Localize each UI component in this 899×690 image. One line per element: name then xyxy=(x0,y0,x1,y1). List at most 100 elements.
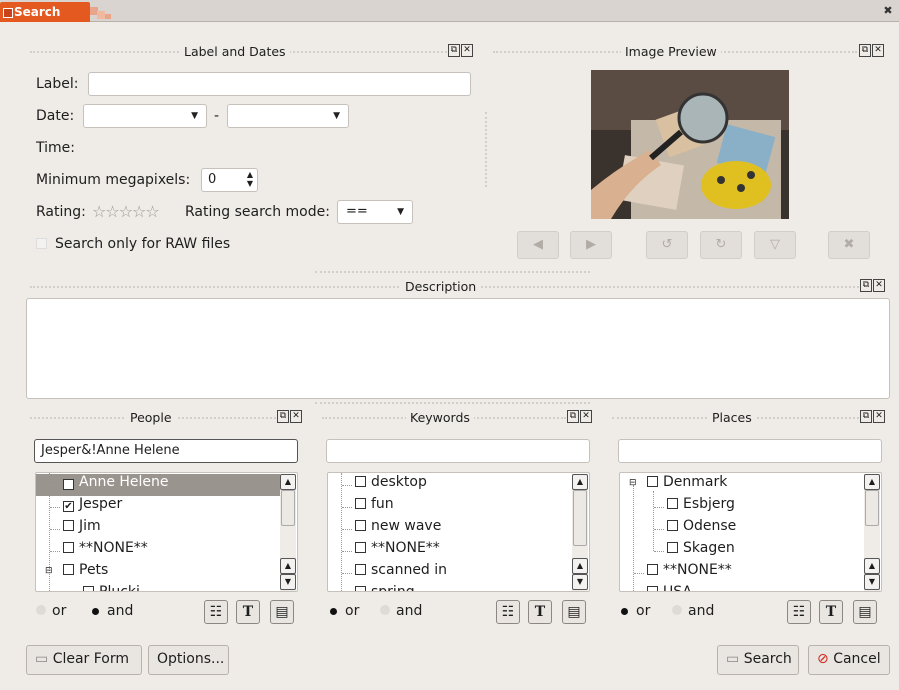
checkbox-checked-icon[interactable]: ✔ xyxy=(63,501,74,512)
people-scrollbar[interactable]: ▲ ▲ ▼ xyxy=(280,474,296,591)
vertical-splitter[interactable] xyxy=(485,112,487,187)
float-icon[interactable]: ⧉ xyxy=(859,44,871,57)
checkbox-icon[interactable] xyxy=(667,520,678,531)
scroll-up-icon[interactable]: ▲ xyxy=(864,558,880,574)
clear-form-button[interactable]: ▭ Clear Form xyxy=(26,645,142,675)
checkbox-icon[interactable] xyxy=(355,586,366,591)
next-image-button[interactable]: ▶ xyxy=(570,231,612,259)
checkbox-icon[interactable] xyxy=(63,564,74,575)
people-search-input[interactable]: Jesper&!Anne Helene xyxy=(34,439,298,463)
note-view-icon[interactable]: ▤ xyxy=(562,600,586,624)
rating-mode-combo[interactable]: == ▼ xyxy=(337,200,413,224)
scroll-down-icon[interactable]: ▼ xyxy=(864,574,880,590)
keyword-label: spring xyxy=(371,584,415,592)
people-item-anne-helene[interactable]: ✔ Anne Helene xyxy=(36,474,280,496)
label-input[interactable] xyxy=(88,72,471,96)
places-and-radio[interactable]: and xyxy=(672,603,714,619)
horizontal-splitter-2[interactable] xyxy=(315,402,590,404)
text-view-icon[interactable]: T xyxy=(236,600,260,624)
checkbox-icon[interactable] xyxy=(667,542,678,553)
keywords-search-input[interactable] xyxy=(326,439,590,463)
float-icon[interactable]: ⧉ xyxy=(567,410,579,423)
spin-arrows-icon[interactable]: ▲ ▼ xyxy=(247,170,253,188)
window-close-icon[interactable]: ✖ xyxy=(881,4,895,18)
checkbox-icon[interactable] xyxy=(647,564,658,575)
scroll-up-icon[interactable]: ▲ xyxy=(864,474,880,490)
text-view-icon[interactable]: T xyxy=(819,600,843,624)
places-or-radio[interactable]: or xyxy=(621,603,650,619)
text-view-icon[interactable]: T xyxy=(528,600,552,624)
collapse-icon[interactable]: ⊟ xyxy=(45,566,53,576)
raw-only-checkbox[interactable]: Search only for RAW files xyxy=(36,236,230,252)
date-separator: - xyxy=(214,108,220,124)
places-scrollbar[interactable]: ▲ ▲ ▼ xyxy=(864,474,880,591)
scroll-up-icon[interactable]: ▲ xyxy=(280,558,296,574)
note-view-icon[interactable]: ▤ xyxy=(270,600,294,624)
people-and-radio[interactable]: and xyxy=(92,603,133,619)
cancel-button[interactable]: ⊘ Cancel xyxy=(808,645,890,675)
label-label: Label: xyxy=(36,76,79,92)
people-tree[interactable]: ✔ Anne Helene ✔ Jesper Jim **NONE** ⊟ Pets … xyxy=(35,472,298,592)
rotate-right-button[interactable]: ↻ xyxy=(700,231,742,259)
close-icon[interactable]: ✕ xyxy=(873,279,885,292)
keywords-tree[interactable]: desktop fun new wave **NONE** scanned in… xyxy=(327,472,590,592)
min-megapixels-spinbox[interactable]: 0 ▲ ▼ xyxy=(201,168,258,192)
keywords-or-radio[interactable]: or xyxy=(330,603,359,619)
checkbox-icon[interactable] xyxy=(83,586,94,591)
close-icon[interactable]: ✕ xyxy=(461,44,473,57)
checkbox-checked-icon[interactable]: ✔ xyxy=(63,479,74,490)
people-or-radio[interactable]: or xyxy=(36,603,66,619)
close-icon[interactable]: ✕ xyxy=(872,44,884,57)
close-icon[interactable]: ✕ xyxy=(873,410,885,423)
note-view-icon[interactable]: ▤ xyxy=(853,600,877,624)
previous-image-button[interactable]: ◀ xyxy=(517,231,559,259)
rotate-left-button[interactable]: ↺ xyxy=(646,231,688,259)
rating-stars-icon[interactable]: ☆☆☆☆☆ xyxy=(92,202,160,221)
scroll-thumb[interactable] xyxy=(281,490,295,526)
keywords-scrollbar[interactable]: ▲ ▲ ▼ xyxy=(572,474,588,591)
cancel-label: Cancel xyxy=(833,651,881,667)
scroll-down-icon[interactable]: ▼ xyxy=(280,574,296,590)
scroll-up-icon[interactable]: ▲ xyxy=(280,474,296,490)
description-textarea[interactable] xyxy=(26,298,890,399)
checkbox-icon[interactable] xyxy=(667,498,678,509)
options-button[interactable]: Options... xyxy=(148,645,229,675)
places-tree[interactable]: ⊟ Denmark Esbjerg Odense Skagen **NONE** … xyxy=(619,472,882,592)
scroll-thumb[interactable] xyxy=(573,490,587,546)
checkbox-icon[interactable] xyxy=(355,542,366,553)
close-icon[interactable]: ✕ xyxy=(580,410,592,423)
checkbox-icon[interactable] xyxy=(63,542,74,553)
checkbox-icon[interactable] xyxy=(355,498,366,509)
horizontal-splitter[interactable] xyxy=(315,271,590,273)
scroll-thumb[interactable] xyxy=(865,490,879,526)
search-button[interactable]: ▭ Search xyxy=(717,645,799,675)
filter-icon[interactable]: ▽ xyxy=(754,231,796,259)
tree-view-icon[interactable]: ☷ xyxy=(204,600,228,624)
radio-selected-icon xyxy=(330,608,337,615)
checkbox-icon[interactable] xyxy=(355,476,366,487)
checkbox-icon[interactable] xyxy=(355,520,366,531)
checkbox-icon[interactable] xyxy=(63,520,74,531)
float-icon[interactable]: ⧉ xyxy=(448,44,460,57)
date-to-combo[interactable]: ▼ xyxy=(227,104,349,128)
places-search-input[interactable] xyxy=(618,439,882,463)
keywords-and-radio[interactable]: and xyxy=(380,603,422,619)
scroll-up-icon[interactable]: ▲ xyxy=(572,474,588,490)
tree-view-icon[interactable]: ☷ xyxy=(787,600,811,624)
date-from-combo[interactable]: ▼ xyxy=(83,104,207,128)
float-icon[interactable]: ⧉ xyxy=(860,279,872,292)
checkbox-icon[interactable] xyxy=(647,476,658,487)
float-icon[interactable]: ⧉ xyxy=(860,410,872,423)
checkbox-icon[interactable] xyxy=(647,586,658,591)
remove-icon[interactable]: ✖ xyxy=(828,231,870,259)
scroll-up-icon[interactable]: ▲ xyxy=(572,558,588,574)
people-item-label: Plucki xyxy=(99,584,140,592)
scroll-down-icon[interactable]: ▼ xyxy=(572,574,588,590)
float-icon[interactable]: ⧉ xyxy=(277,410,289,423)
collapse-icon[interactable]: ⊟ xyxy=(629,478,637,488)
close-icon[interactable]: ✕ xyxy=(290,410,302,423)
tree-view-icon[interactable]: ☷ xyxy=(496,600,520,624)
people-item-label: Jesper xyxy=(79,496,123,512)
checkbox-icon[interactable] xyxy=(355,564,366,575)
label-dates-title: Label and Dates xyxy=(180,44,290,59)
